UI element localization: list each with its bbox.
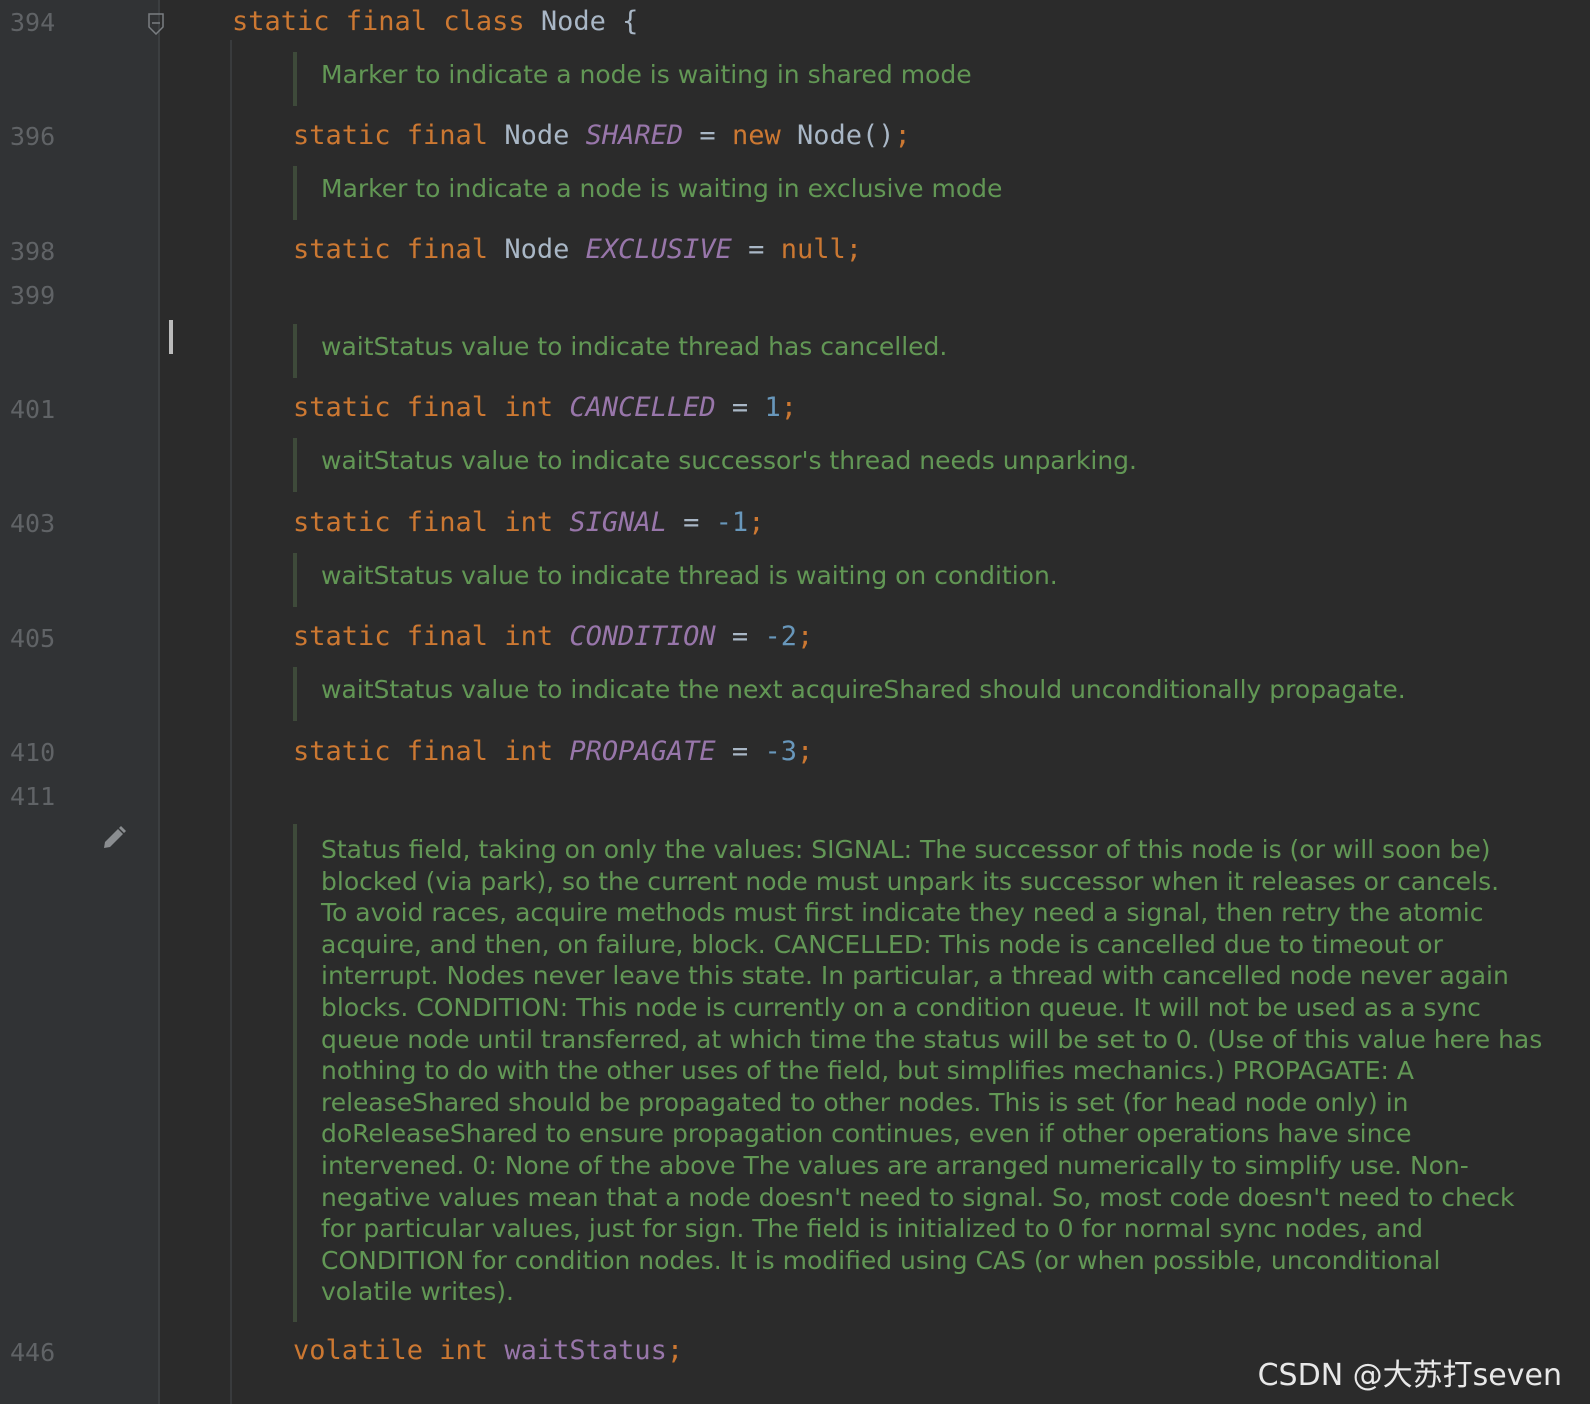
doc-line: intervened. 0: None of the above The val… [321,1150,1469,1180]
doc-text: waitStatus value to indicate thread is w… [321,561,1058,590]
constructor-call: Node() [796,120,895,151]
doc-line: To avoid races, acquire methods must fir… [321,898,1484,928]
editor-gutter [0,0,158,1404]
doc-comment-status-field: Status field, taking on only the values:… [293,824,1542,1322]
keyword: static final int [293,736,570,767]
field-name: SHARED [585,120,684,151]
null-literal: null [780,234,846,265]
gutter-border [158,0,160,1404]
doc-line: volatile writes). [321,1277,514,1307]
line-number: 446 [10,1338,56,1367]
line-number: 394 [10,8,56,37]
operator: = [683,120,732,151]
doc-line: negative values mean that a node doesn't… [321,1182,1515,1212]
keyword: static final int [293,392,570,423]
semicolon: ; [796,736,814,767]
code-line-403[interactable]: static final int SIGNAL = -1; [293,506,764,540]
line-number: 396 [10,122,56,151]
doc-comment-exclusive: Marker to indicate a node is waiting in … [293,166,1002,220]
operator: = [715,621,765,652]
field-name: waitStatus [504,1335,667,1366]
doc-line: queue node until transferred, at which t… [321,1024,1543,1054]
operator: = [731,234,781,265]
doc-text: waitStatus value to indicate successor's… [321,446,1137,475]
doc-line: blocks. CONDITION: This node is currentl… [321,992,1481,1022]
code-line-401[interactable]: static final int CANCELLED = 1; [293,391,797,425]
doc-line: for particular values, just for sign. Th… [321,1214,1424,1244]
number-literal: 1 [764,392,781,423]
code-line-394[interactable]: static final class Node { [232,5,638,39]
semicolon: ; [845,234,862,265]
doc-comment-cancelled: waitStatus value to indicate thread has … [293,324,947,378]
keyword: static final [293,234,505,265]
type-name: Node [504,120,586,151]
class-name: Node [540,6,606,37]
field-name: CANCELLED [569,392,716,423]
semicolon: ; [748,507,765,538]
doc-line: doReleaseShared to ensure propagation co… [321,1119,1412,1149]
text-caret [169,320,173,354]
pencil-icon[interactable] [100,824,128,852]
indent-guide [230,40,232,1404]
field-name: CONDITION [569,621,716,652]
semicolon: ; [796,621,814,652]
doc-text: Marker to indicate a node is waiting in … [321,174,1003,203]
doc-line: interrupt. Nodes never leave this state.… [321,961,1509,991]
line-number: 405 [10,624,56,653]
field-name: PROPAGATE [569,736,716,767]
number-literal: -2 [764,621,797,652]
code-line-405[interactable]: static final int CONDITION = -2; [293,620,813,654]
doc-line: Status field, taking on only the values:… [321,835,1491,864]
number-literal: -1 [715,507,749,538]
keyword: static final [293,120,505,151]
code-line-446[interactable]: volatile int waitStatus; [293,1334,683,1368]
line-number: 401 [10,395,56,424]
keyword: static final int [293,507,570,538]
field-name: EXCLUSIVE [585,234,732,265]
doc-comment-condition: waitStatus value to indicate thread is w… [293,553,1058,607]
brace: { [605,6,639,37]
doc-comment-shared: Marker to indicate a node is waiting in … [293,52,972,106]
line-number: 410 [10,738,56,767]
line-number: 403 [10,509,56,538]
watermark: CSDN @大苏打seven [1257,1358,1562,1393]
fold-icon[interactable] [148,13,164,35]
code-line-398[interactable]: static final Node EXCLUSIVE = null; [293,233,862,267]
line-number: 399 [10,281,56,310]
line-number: 398 [10,237,56,266]
code-line-396[interactable]: static final Node SHARED = new Node(); [293,119,911,153]
semicolon: ; [666,1335,684,1366]
operator: = [666,507,716,538]
doc-text: waitStatus value to indicate the next ac… [321,675,1406,704]
line-number: 411 [10,782,56,811]
keyword: new [731,120,797,151]
number-literal: -3 [764,736,797,767]
operator: = [715,736,765,767]
keyword: static final class [232,6,541,37]
field-name: SIGNAL [569,507,667,538]
doc-line: nothing to do with the other uses of the… [321,1056,1414,1086]
doc-comment-signal: waitStatus value to indicate successor's… [293,438,1137,492]
doc-comment-propagate: waitStatus value to indicate the next ac… [293,667,1406,721]
keyword: static final int [293,621,570,652]
type-name: Node [504,234,586,265]
doc-line: acquire, and then, on failure, block. CA… [321,929,1443,959]
doc-text: waitStatus value to indicate thread has … [321,332,948,361]
doc-text: Marker to indicate a node is waiting in … [321,60,972,89]
keyword: volatile int [293,1335,505,1366]
semicolon: ; [894,120,911,151]
operator: = [715,392,765,423]
code-line-410[interactable]: static final int PROPAGATE = -3; [293,735,813,769]
doc-line: releaseShared should be propagated to ot… [321,1087,1409,1117]
semicolon: ; [780,392,797,423]
doc-line: blocked (via park), so the current node … [321,866,1500,896]
doc-line: CONDITION for condition nodes. It is mod… [321,1245,1441,1275]
